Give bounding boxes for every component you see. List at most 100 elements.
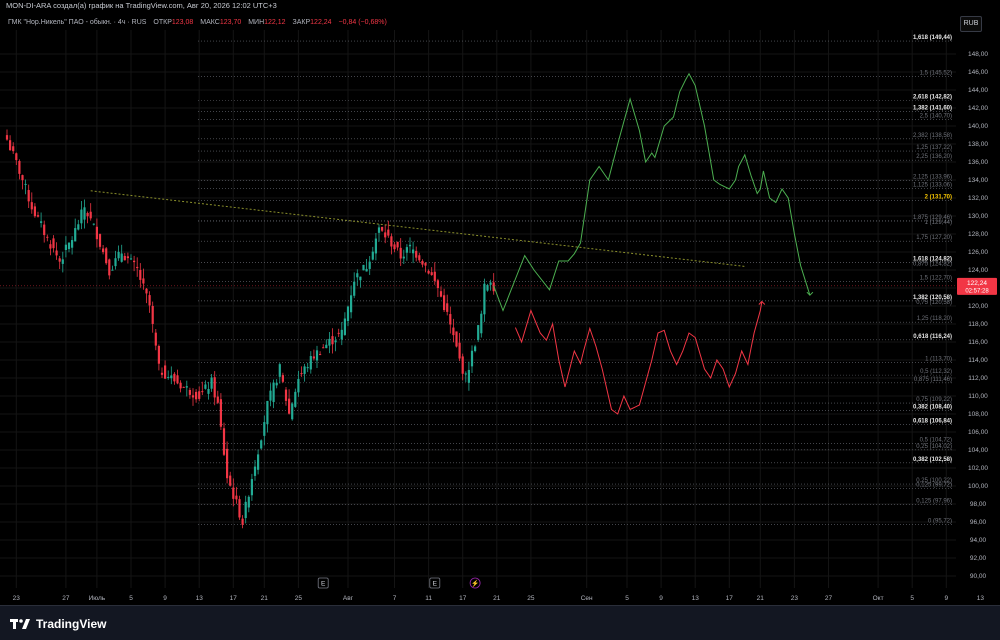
candle-body — [117, 251, 120, 259]
candle-body — [294, 391, 297, 407]
price-axis-tick: 104,00 — [968, 447, 988, 454]
candle-body — [319, 354, 322, 356]
price-axis-tick: 128,00 — [968, 231, 988, 238]
candle-body — [27, 190, 30, 202]
time-axis-tick: 5 — [129, 595, 133, 602]
fib-level-label: 1 (129,44) — [925, 220, 952, 226]
time-axis-tick: 23 — [13, 595, 21, 602]
candle-body — [198, 391, 201, 399]
time-axis-tick: 17 — [230, 595, 238, 602]
candle-body — [455, 331, 458, 347]
fib-level-label: 0,618 (116,24) — [913, 334, 952, 340]
fib-level-label: 2,125 (133,96) — [913, 174, 952, 180]
time-axis-tick: Июль — [89, 595, 106, 602]
price-axis-tick: 124,00 — [968, 267, 988, 274]
candle-body — [415, 250, 418, 258]
candle-body — [393, 244, 396, 250]
logo-text: TradingView — [36, 617, 107, 631]
candle-body — [210, 377, 213, 389]
candle-body — [446, 303, 449, 312]
price-axis-tick: 132,00 — [968, 195, 988, 202]
symbol-name[interactable]: ГМК "Нор.Никель" ПАО - обыкн. · 4ч · RUS — [8, 19, 146, 26]
candle-body — [399, 247, 402, 259]
candle-body — [89, 211, 92, 219]
candle-body — [173, 373, 176, 382]
price-axis-tick: 118,00 — [968, 321, 988, 328]
dividend-marker-label: ⚡ — [471, 580, 479, 588]
candle-body — [232, 487, 235, 499]
candle-body — [480, 313, 483, 334]
fib-level-label: 0,5 (104,72) — [920, 438, 952, 444]
candle-body — [133, 260, 136, 263]
candle-body — [377, 227, 381, 233]
candle-body — [46, 236, 49, 238]
candle-body — [443, 295, 446, 311]
candle-body — [371, 251, 374, 260]
candle-body — [281, 375, 284, 382]
high-value: 123,70 — [219, 19, 242, 26]
candle-body — [95, 226, 98, 240]
symbol-legend: ГМК "Нор.Никель" ПАО - обыкн. · 4ч · RUS… — [8, 19, 387, 26]
current-price-value: 122,24 — [967, 280, 987, 287]
candle-body — [24, 183, 27, 185]
tradingview-logo[interactable]: TradingView — [10, 617, 106, 631]
time-axis-tick: 21 — [261, 595, 269, 602]
currency-button[interactable]: RUB — [960, 16, 982, 32]
candle-body — [275, 382, 278, 386]
candle-body — [421, 260, 424, 265]
earnings-marker-label: E — [321, 581, 326, 588]
candle-body — [36, 215, 40, 217]
candle-body — [449, 314, 452, 325]
candle-body — [288, 398, 291, 414]
candle-body — [424, 263, 427, 266]
time-axis-tick: 11 — [425, 595, 432, 602]
price-axis-tick: 134,00 — [968, 177, 988, 184]
candle-body — [71, 240, 74, 248]
candle-body — [365, 268, 368, 272]
candle-body — [269, 390, 272, 401]
candle-body — [139, 270, 142, 280]
price-axis-tick: 116,00 — [968, 339, 988, 346]
open-label: ОТКР — [153, 19, 172, 26]
candle-body — [154, 332, 157, 346]
candle-body — [21, 175, 24, 181]
candle-body — [145, 288, 148, 294]
candle-body — [18, 160, 21, 174]
fib-level-label: 0,75 (120,58) — [916, 300, 952, 306]
price-axis-tick: 98,00 — [970, 501, 987, 508]
candle-body — [337, 332, 340, 334]
candle-body — [433, 271, 436, 281]
fib-level-label: 2,382 (138,58) — [913, 133, 952, 139]
price-axis-tick: 106,00 — [968, 429, 988, 436]
candle-body — [136, 266, 139, 269]
time-axis-tick: 9 — [659, 595, 663, 602]
candle-body — [58, 258, 61, 262]
fib-level-label: 2,5 (140,70) — [920, 114, 952, 120]
fib-level-label: 0,25 (104,02) — [916, 444, 952, 450]
candle-body — [30, 202, 33, 210]
candle-body — [390, 236, 393, 247]
candle-body — [213, 377, 216, 398]
candle-body — [306, 367, 309, 369]
price-axis-tick: 112,00 — [968, 375, 988, 382]
price-axis-tick: 140,00 — [968, 123, 988, 130]
candle-body — [343, 318, 346, 335]
candle-body — [303, 366, 306, 374]
candle-body — [350, 295, 353, 313]
candle-body — [374, 238, 377, 254]
candle-body — [467, 369, 470, 383]
attribution-text: MON-DI-ARA создал(а) график на TradingVi… — [6, 1, 277, 10]
candle-body — [179, 382, 182, 389]
candle-body — [43, 224, 46, 236]
price-chart[interactable]: 1,618 (149,44) 1,5 (145,52) 2,618 (142,82)… — [0, 0, 1000, 605]
candle-body — [160, 372, 164, 375]
candle-body — [226, 448, 229, 479]
candle-body — [111, 269, 114, 271]
candle-body — [300, 373, 303, 375]
candle-body — [185, 386, 188, 388]
fib-level-label: 0,125 (97,96) — [916, 498, 952, 504]
open-value: 123,08 — [171, 19, 194, 26]
candle-body — [474, 346, 477, 352]
candle-body — [250, 479, 253, 496]
bar-countdown: 02:57:28 — [965, 288, 989, 294]
